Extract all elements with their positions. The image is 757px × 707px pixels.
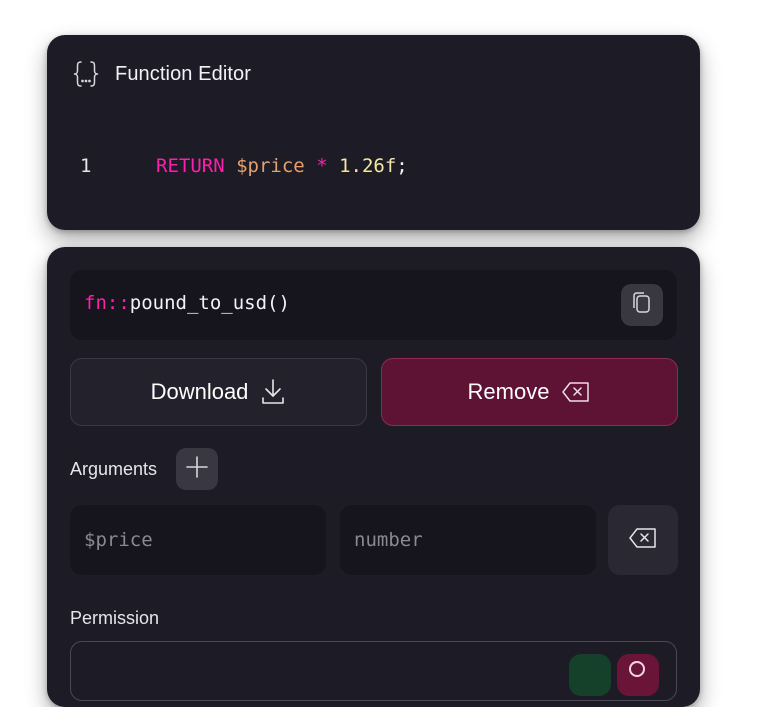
remove-label: Remove xyxy=(467,379,550,404)
code-line[interactable]: 1 RETURN $price * 1.26f; xyxy=(80,155,408,177)
download-button[interactable]: Download xyxy=(70,358,367,426)
permission-label: Permission xyxy=(70,608,160,628)
code-variable: $price xyxy=(236,155,305,177)
plus-icon xyxy=(185,455,209,484)
code-keyword: RETURN xyxy=(156,155,225,177)
remove-argument-button[interactable] xyxy=(608,505,678,575)
function-editor-panel: Function Editor 1 RETURN $price * 1.26f; xyxy=(47,35,700,230)
line-number: 1 xyxy=(80,155,92,177)
editor-title: Function Editor xyxy=(115,62,252,85)
permission-deny-toggle[interactable] xyxy=(617,654,659,696)
editor-header: Function Editor xyxy=(71,59,251,89)
code-operator: * xyxy=(316,155,328,177)
arguments-label: Arguments xyxy=(70,459,158,479)
backspace-icon xyxy=(561,381,591,403)
remove-button[interactable]: Remove xyxy=(381,358,678,426)
copy-icon xyxy=(631,291,653,320)
curly-braces-icon xyxy=(71,59,101,89)
code-number: 1.26f xyxy=(339,155,397,177)
function-prefix: fn:: xyxy=(84,292,130,314)
copy-button[interactable] xyxy=(621,284,663,326)
argument-type-input[interactable] xyxy=(340,505,596,575)
download-label: Download xyxy=(150,379,249,404)
function-details-panel: fn::pound_to_usd() Download Remove Argum… xyxy=(47,247,700,707)
permission-field[interactable] xyxy=(70,641,677,701)
circle-icon xyxy=(629,661,645,677)
permission-allow-toggle[interactable] xyxy=(569,654,611,696)
function-signature-box: fn::pound_to_usd() xyxy=(70,270,677,340)
function-signature: fn::pound_to_usd() xyxy=(84,292,290,314)
backspace-icon xyxy=(628,527,658,554)
download-icon xyxy=(260,378,286,406)
argument-name-input[interactable] xyxy=(70,505,326,575)
add-argument-button[interactable] xyxy=(176,448,218,490)
code-terminator: ; xyxy=(396,155,408,177)
function-name: pound_to_usd() xyxy=(129,292,290,314)
